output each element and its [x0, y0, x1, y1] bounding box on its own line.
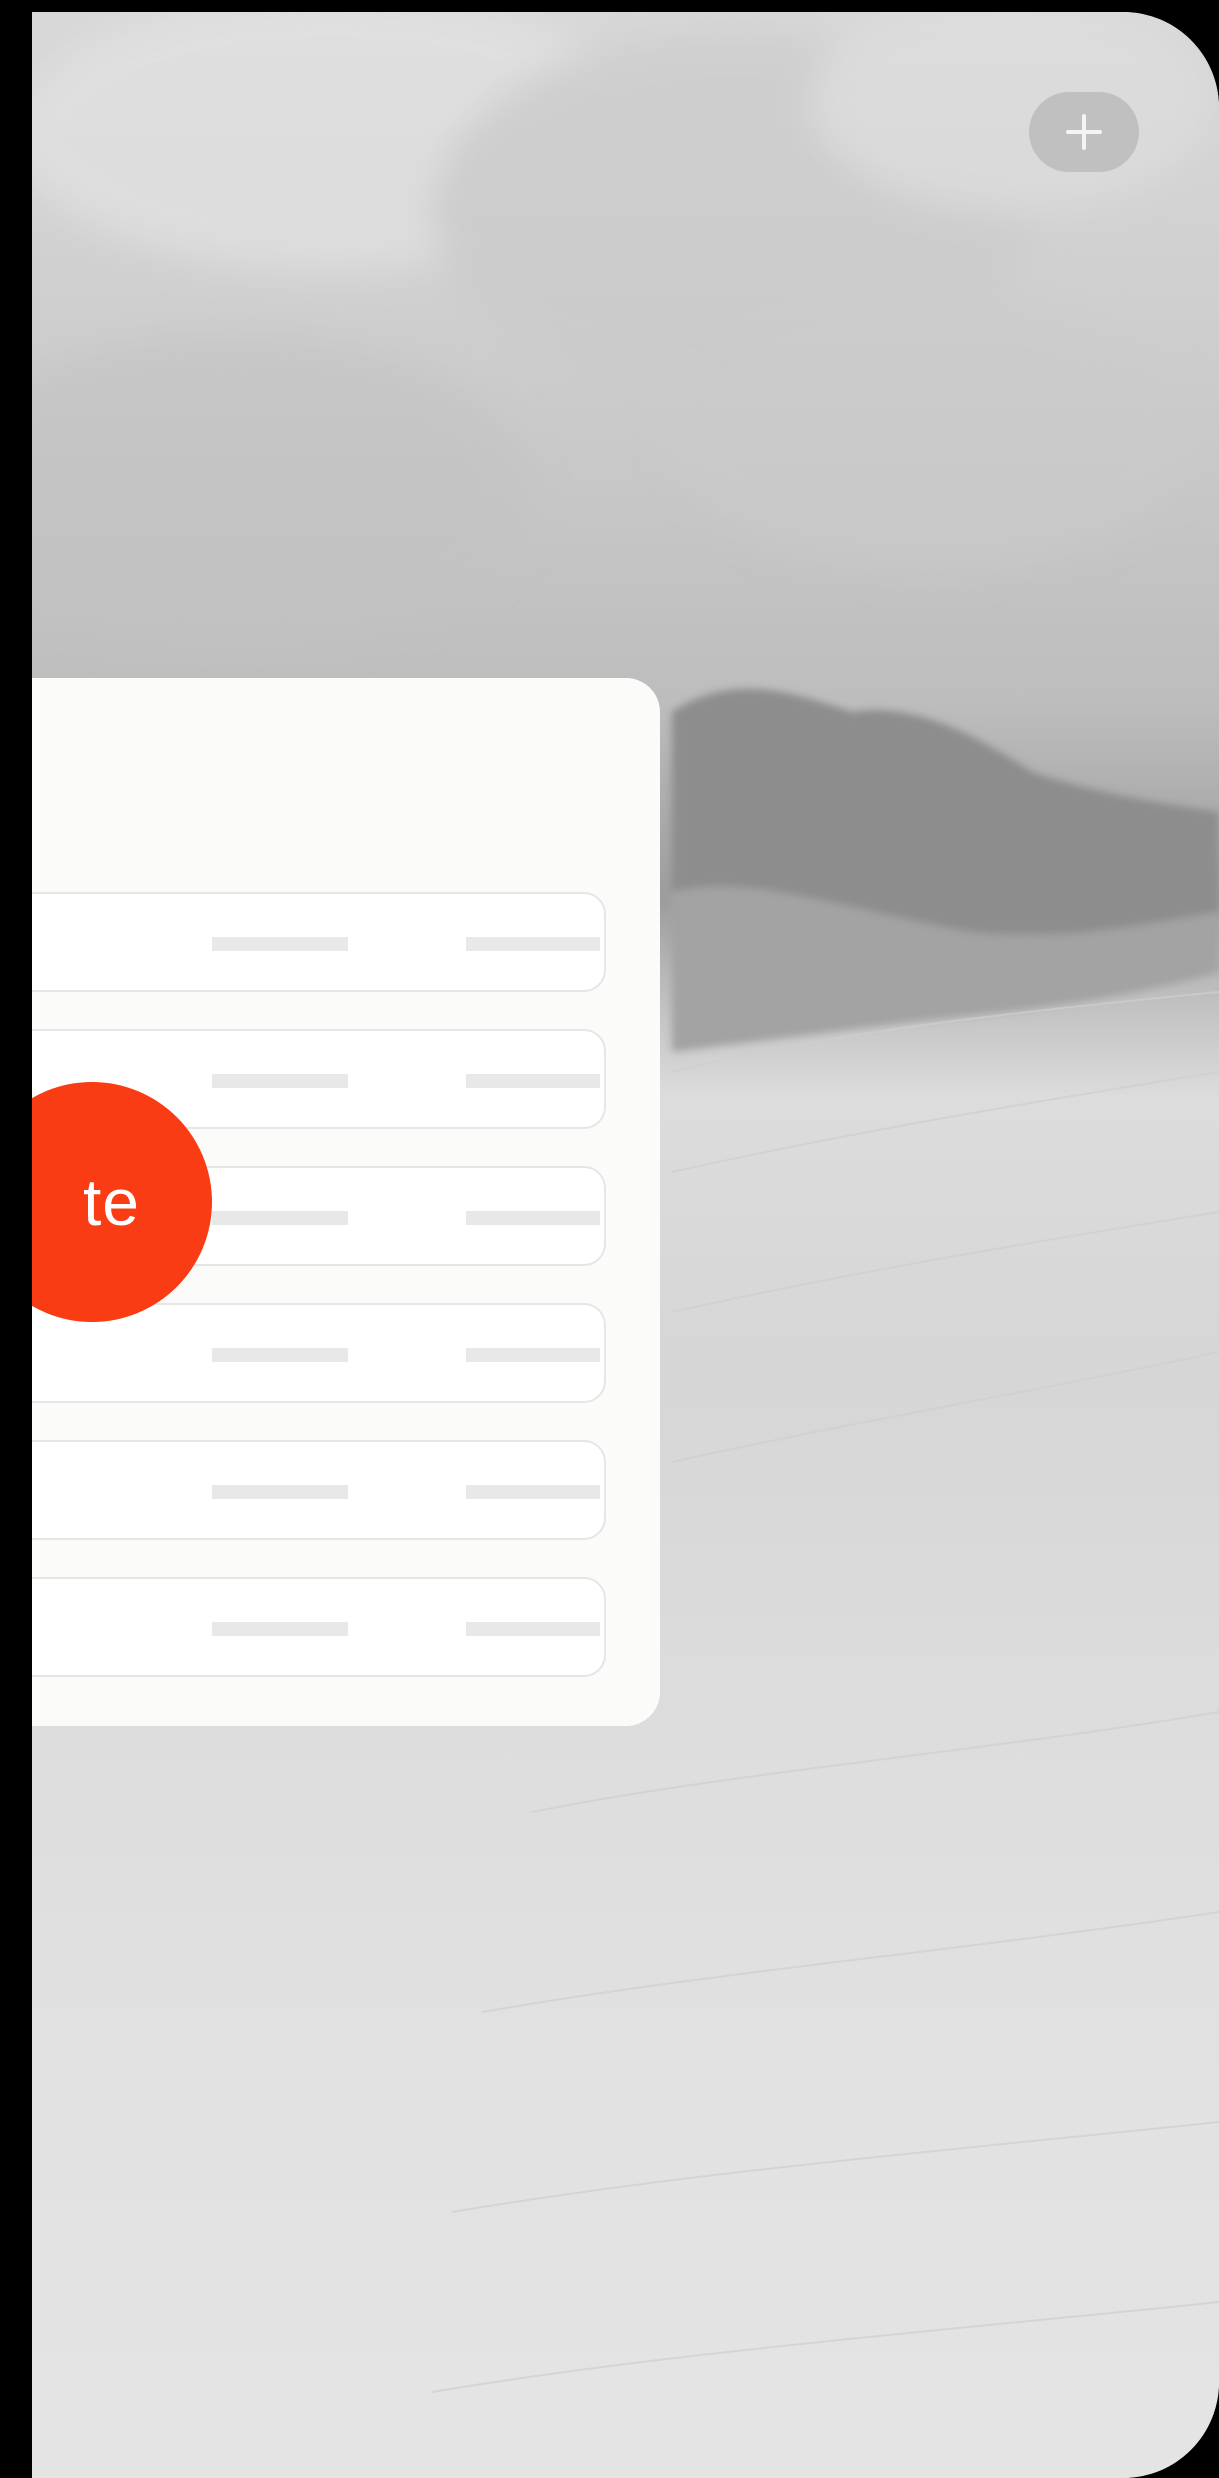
add-button[interactable] — [1029, 92, 1139, 172]
list-row[interactable] — [32, 1577, 606, 1677]
placeholder-bar — [466, 937, 600, 951]
placeholder-bar — [212, 1074, 348, 1088]
list-row[interactable] — [32, 892, 606, 992]
placeholder-bar — [212, 1485, 348, 1499]
placeholder-bar — [212, 1622, 348, 1636]
placeholder-bar — [466, 1348, 600, 1362]
placeholder-bar — [466, 1622, 600, 1636]
placeholder-bar — [212, 1211, 348, 1225]
list-row[interactable] — [32, 1440, 606, 1540]
placeholder-bar — [466, 1074, 600, 1088]
app-screen: te — [0, 0, 1219, 2478]
placeholder-bar — [466, 1211, 600, 1225]
create-button-label: te — [82, 1165, 140, 1239]
placeholder-bar — [212, 937, 348, 951]
placeholder-bar — [212, 1348, 348, 1362]
plus-icon — [1066, 114, 1102, 150]
viewport: te — [32, 12, 1219, 2478]
placeholder-bar — [466, 1485, 600, 1499]
